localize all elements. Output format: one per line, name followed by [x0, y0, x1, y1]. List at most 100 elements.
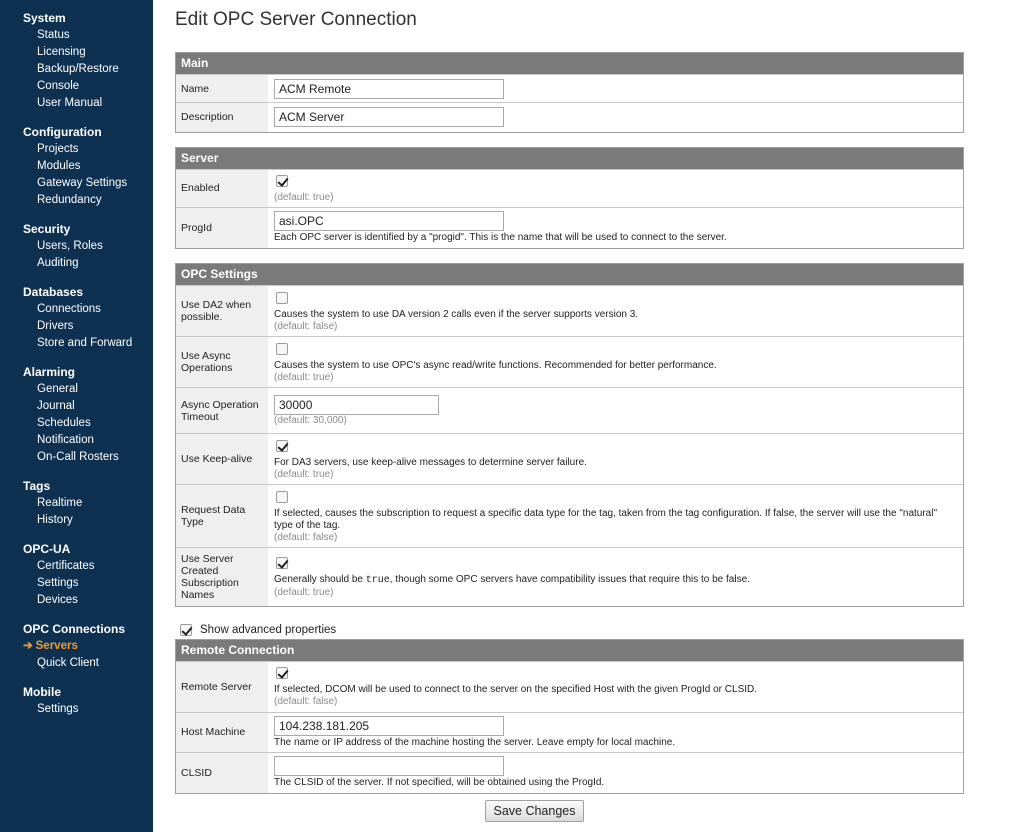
sidebar-item-label: Settings — [37, 577, 79, 589]
server-subscription-names-checkbox[interactable] — [276, 556, 288, 569]
clsid-input[interactable] — [274, 756, 504, 777]
nav-section-mobile: Mobile Settings — [0, 684, 153, 718]
sidebar-item-settings[interactable]: Settings — [0, 575, 153, 592]
sidebar-item-connections[interactable]: Connections — [0, 301, 153, 318]
sidebar-item-store-and-forward[interactable]: Store and Forward — [0, 335, 153, 352]
use-async-checkbox[interactable] — [276, 342, 288, 355]
sidebar: System Status Licensing Backup/Restore Conso… — [0, 0, 153, 832]
host-machine-input[interactable] — [274, 715, 504, 736]
progid-description: Each OPC server is identified by a "prog… — [274, 232, 727, 244]
sidebar-item-projects[interactable]: Projects — [0, 141, 153, 158]
sidebar-item-notification[interactable]: Notification — [0, 432, 153, 449]
description-input[interactable] — [274, 107, 504, 128]
desc-text: . — [747, 573, 750, 585]
use-da2-description: Causes the system to use DA version 2 ca… — [274, 308, 639, 320]
nav-section-opc-ua: OPC-UA Certificates Settings Devices — [0, 541, 153, 609]
show-advanced-toggle[interactable]: Show advanced properties — [175, 621, 964, 639]
nav-heading: Mobile — [23, 685, 61, 699]
sidebar-item-user-manual[interactable]: User Manual — [0, 95, 153, 112]
nav-heading: Tags — [23, 479, 51, 493]
clsid-description: The CLSID of the server. If not specifie… — [274, 777, 605, 789]
nav-section-opc-connections: OPC Connections ➔ Servers Quick Client — [0, 621, 153, 672]
sidebar-item-label: Licensing — [37, 46, 86, 58]
progid-input[interactable] — [274, 211, 504, 232]
sidebar-item-journal[interactable]: Journal — [0, 398, 153, 415]
server-subscription-names-label: Use Server Created Subscription Names — [176, 547, 268, 606]
remote-server-label: Remote Server — [176, 660, 268, 712]
sidebar-item-redundancy[interactable]: Redundancy — [0, 192, 153, 209]
request-data-type-checkbox[interactable] — [276, 490, 288, 503]
nav-heading: Databases — [23, 285, 84, 299]
sidebar-item-label: Gateway Settings — [37, 177, 128, 189]
desc-text: false — [726, 573, 748, 585]
row-name: Name — [176, 74, 963, 103]
row-request-data-type: Request Data Type If selected, causes th… — [176, 484, 963, 548]
sidebar-item-realtime[interactable]: Realtime — [0, 495, 153, 512]
sidebar-item-label: Devices — [37, 594, 78, 606]
sidebar-item-console[interactable]: Console — [0, 78, 153, 95]
opc-settings-panel: OPC Settings Use DA2 when possible. Caus… — [175, 263, 964, 607]
panel-header-main: Main — [176, 53, 963, 74]
sidebar-item-label: Store and Forward — [37, 337, 133, 349]
sidebar-item-auditing[interactable]: Auditing — [0, 255, 153, 272]
nav-heading: Security — [23, 222, 71, 236]
code-true: true — [365, 574, 390, 586]
async-timeout-input[interactable] — [274, 394, 439, 415]
remote-server-default: (default: false) — [274, 696, 338, 707]
enabled-checkbox[interactable] — [276, 174, 288, 187]
nav-section-alarming: Alarming General Journal Schedules Notificat… — [0, 364, 153, 466]
sidebar-item-certificates[interactable]: Certificates — [0, 558, 153, 575]
sidebar-item-label: Backup/Restore — [37, 63, 119, 75]
sidebar-item-on-call-rosters[interactable]: On-Call Rosters — [0, 449, 153, 466]
arrow-right-icon: ➔ — [23, 640, 33, 652]
sidebar-item-label: History — [37, 514, 73, 526]
sidebar-item-label: Status — [37, 29, 70, 41]
sidebar-item-label: Auditing — [37, 257, 79, 269]
keep-alive-checkbox[interactable] — [276, 439, 288, 452]
sidebar-item-history[interactable]: History — [0, 512, 153, 529]
show-advanced-checkbox[interactable] — [180, 623, 192, 636]
row-async-timeout: Async Operation Timeout (default: 30,000… — [176, 387, 963, 434]
row-keep-alive: Use Keep-alive For DA3 servers, use keep… — [176, 433, 963, 485]
sidebar-item-label: Console — [37, 80, 80, 92]
use-async-description: Causes the system to use OPC's async rea… — [274, 359, 717, 371]
sidebar-item-label: Projects — [37, 143, 79, 155]
name-input[interactable] — [274, 78, 504, 99]
sidebar-item-quick-client[interactable]: Quick Client — [0, 655, 153, 672]
async-timeout-default: (default: 30,000) — [274, 414, 347, 426]
use-da2-label: Use DA2 when possible. — [176, 285, 268, 337]
sidebar-item-modules[interactable]: Modules — [0, 158, 153, 175]
sidebar-item-users-roles[interactable]: Users, Roles — [0, 238, 153, 255]
sidebar-item-label: Drivers — [37, 320, 74, 332]
desc-text: Generally should be — [274, 573, 366, 585]
sidebar-item-status[interactable]: Status — [0, 27, 153, 44]
nav-section-databases: Databases Connections Drivers Store and For… — [0, 284, 153, 352]
sidebar-item-settings[interactable]: Settings — [0, 701, 153, 718]
sidebar-item-backup-restore[interactable]: Backup/Restore — [0, 61, 153, 78]
sidebar-item-label: Certificates — [37, 560, 95, 572]
sidebar-item-drivers[interactable]: Drivers — [0, 318, 153, 335]
async-timeout-label: Async Operation Timeout — [176, 387, 268, 434]
sidebar-item-licensing[interactable]: Licensing — [0, 44, 153, 61]
sidebar-item-devices[interactable]: Devices — [0, 592, 153, 609]
sidebar-item-servers[interactable]: ➔ Servers — [0, 638, 153, 655]
nav-heading: Alarming — [23, 365, 76, 379]
sidebar-item-schedules[interactable]: Schedules — [0, 415, 153, 432]
sidebar-item-label: Realtime — [37, 497, 83, 509]
sidebar-item-general[interactable]: General — [0, 381, 153, 398]
row-clsid: CLSID The CLSID of the server. If not sp… — [176, 751, 963, 793]
name-label: Name — [176, 74, 268, 103]
sidebar-item-label: Servers — [35, 640, 78, 652]
sidebar-item-gateway-settings[interactable]: Gateway Settings — [0, 175, 153, 192]
remote-connection-panel: Remote Connection Remote Server If selec… — [175, 638, 964, 794]
save-changes-button[interactable]: Save Changes — [485, 800, 584, 822]
nav-section-configuration: Configuration Projects Modules Gateway Sett… — [0, 124, 153, 209]
remote-server-checkbox[interactable] — [276, 667, 288, 679]
sidebar-item-label: Users, Roles — [37, 240, 103, 252]
sidebar-item-label: Redundancy — [37, 194, 102, 206]
keep-alive-description: For DA3 servers, use keep-alive messages… — [274, 456, 587, 468]
description-label: Description — [176, 102, 268, 132]
main-panel: Main Name Description — [175, 52, 964, 133]
main-content: Edit OPC Server Connection Main Name Des… — [175, 0, 964, 822]
use-da2-checkbox[interactable] — [276, 291, 288, 304]
